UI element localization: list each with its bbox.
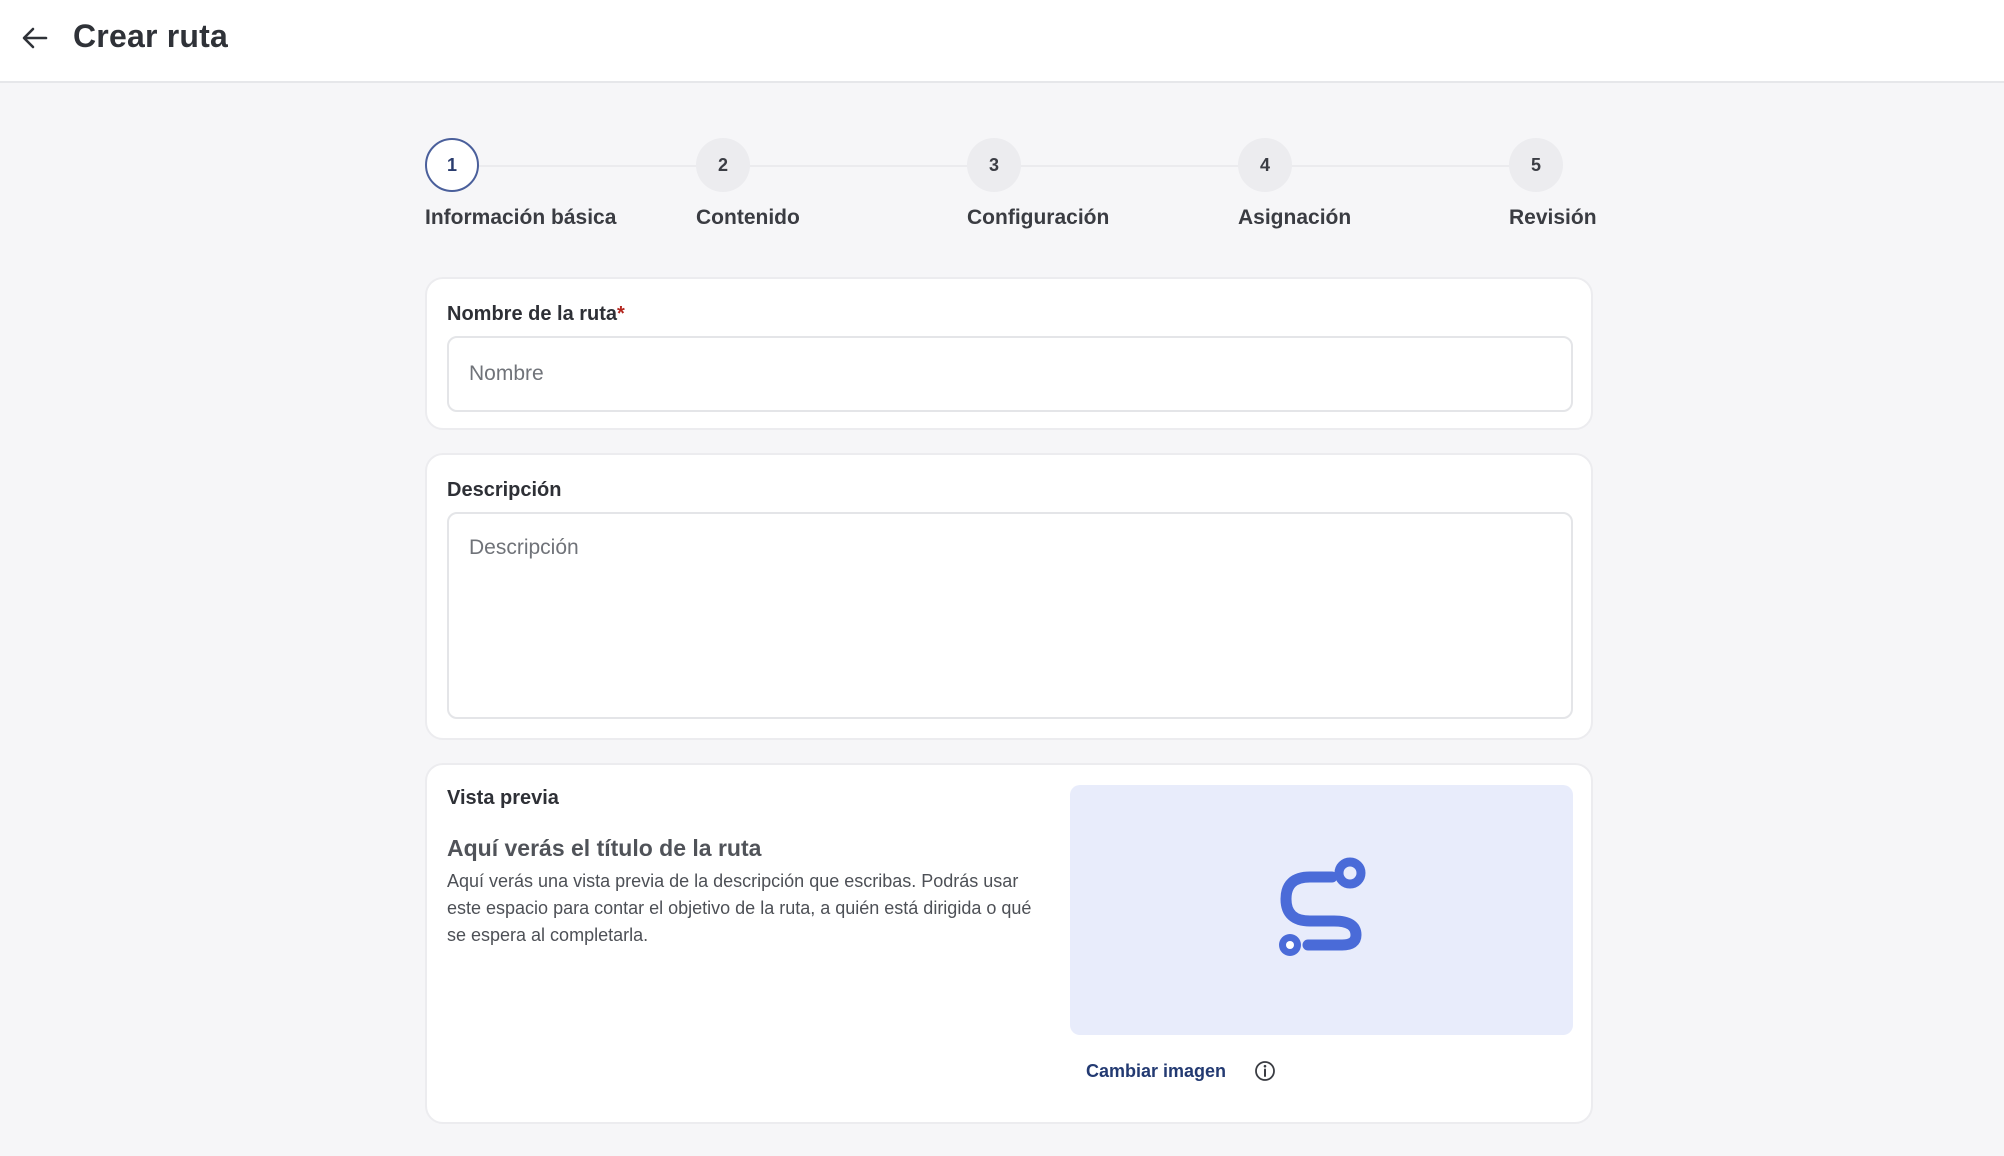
required-mark: * (617, 303, 625, 325)
step-number: 1 (425, 138, 479, 192)
preview-description: Aquí verás una vista previa de la descri… (447, 871, 1032, 945)
info-icon[interactable] (1253, 1059, 1277, 1083)
step-asignacion[interactable]: 4 Asignación (1238, 138, 1351, 229)
description-label: Descripción (447, 479, 562, 501)
stepper: 1 Información básica 2 Contenido 3 Confi… (425, 138, 1597, 238)
description-textarea[interactable] (447, 512, 1573, 719)
step-revision[interactable]: 5 Revisión (1509, 138, 1597, 229)
step-label: Contenido (696, 206, 800, 229)
name-label-text: Nombre de la ruta (447, 303, 618, 325)
preview-image (1070, 785, 1573, 1035)
page-title: Crear ruta (73, 18, 228, 54)
preview-card: Vista previa Aquí verás el título de la … (425, 763, 1593, 1124)
step-informacion-basica[interactable]: 1 Información básica (425, 138, 616, 229)
step-configuracion[interactable]: 3 Configuración (967, 138, 1109, 229)
step-number: 5 (1509, 138, 1563, 192)
name-card: Nombre de la ruta* (425, 277, 1593, 430)
back-button[interactable] (18, 20, 52, 56)
step-label: Revisión (1509, 206, 1597, 229)
name-label: Nombre de la ruta* (447, 303, 625, 326)
step-number: 4 (1238, 138, 1292, 192)
step-number: 2 (696, 138, 750, 192)
top-bar: Crear ruta (0, 0, 2004, 83)
step-label: Configuración (967, 206, 1110, 229)
preview-title: Aquí verás el título de la ruta (447, 835, 762, 861)
route-icon (1278, 857, 1365, 956)
name-input[interactable] (447, 336, 1573, 412)
step-label: Asignación (1238, 206, 1352, 229)
preview-heading: Vista previa (447, 787, 559, 809)
step-label: Información básica (425, 206, 617, 229)
change-image-button[interactable]: Cambiar imagen (1086, 1061, 1226, 1082)
step-contenido[interactable]: 2 Contenido (696, 138, 800, 229)
arrow-left-icon (22, 27, 48, 49)
description-card: Descripción (425, 453, 1593, 740)
step-number: 3 (967, 138, 1021, 192)
